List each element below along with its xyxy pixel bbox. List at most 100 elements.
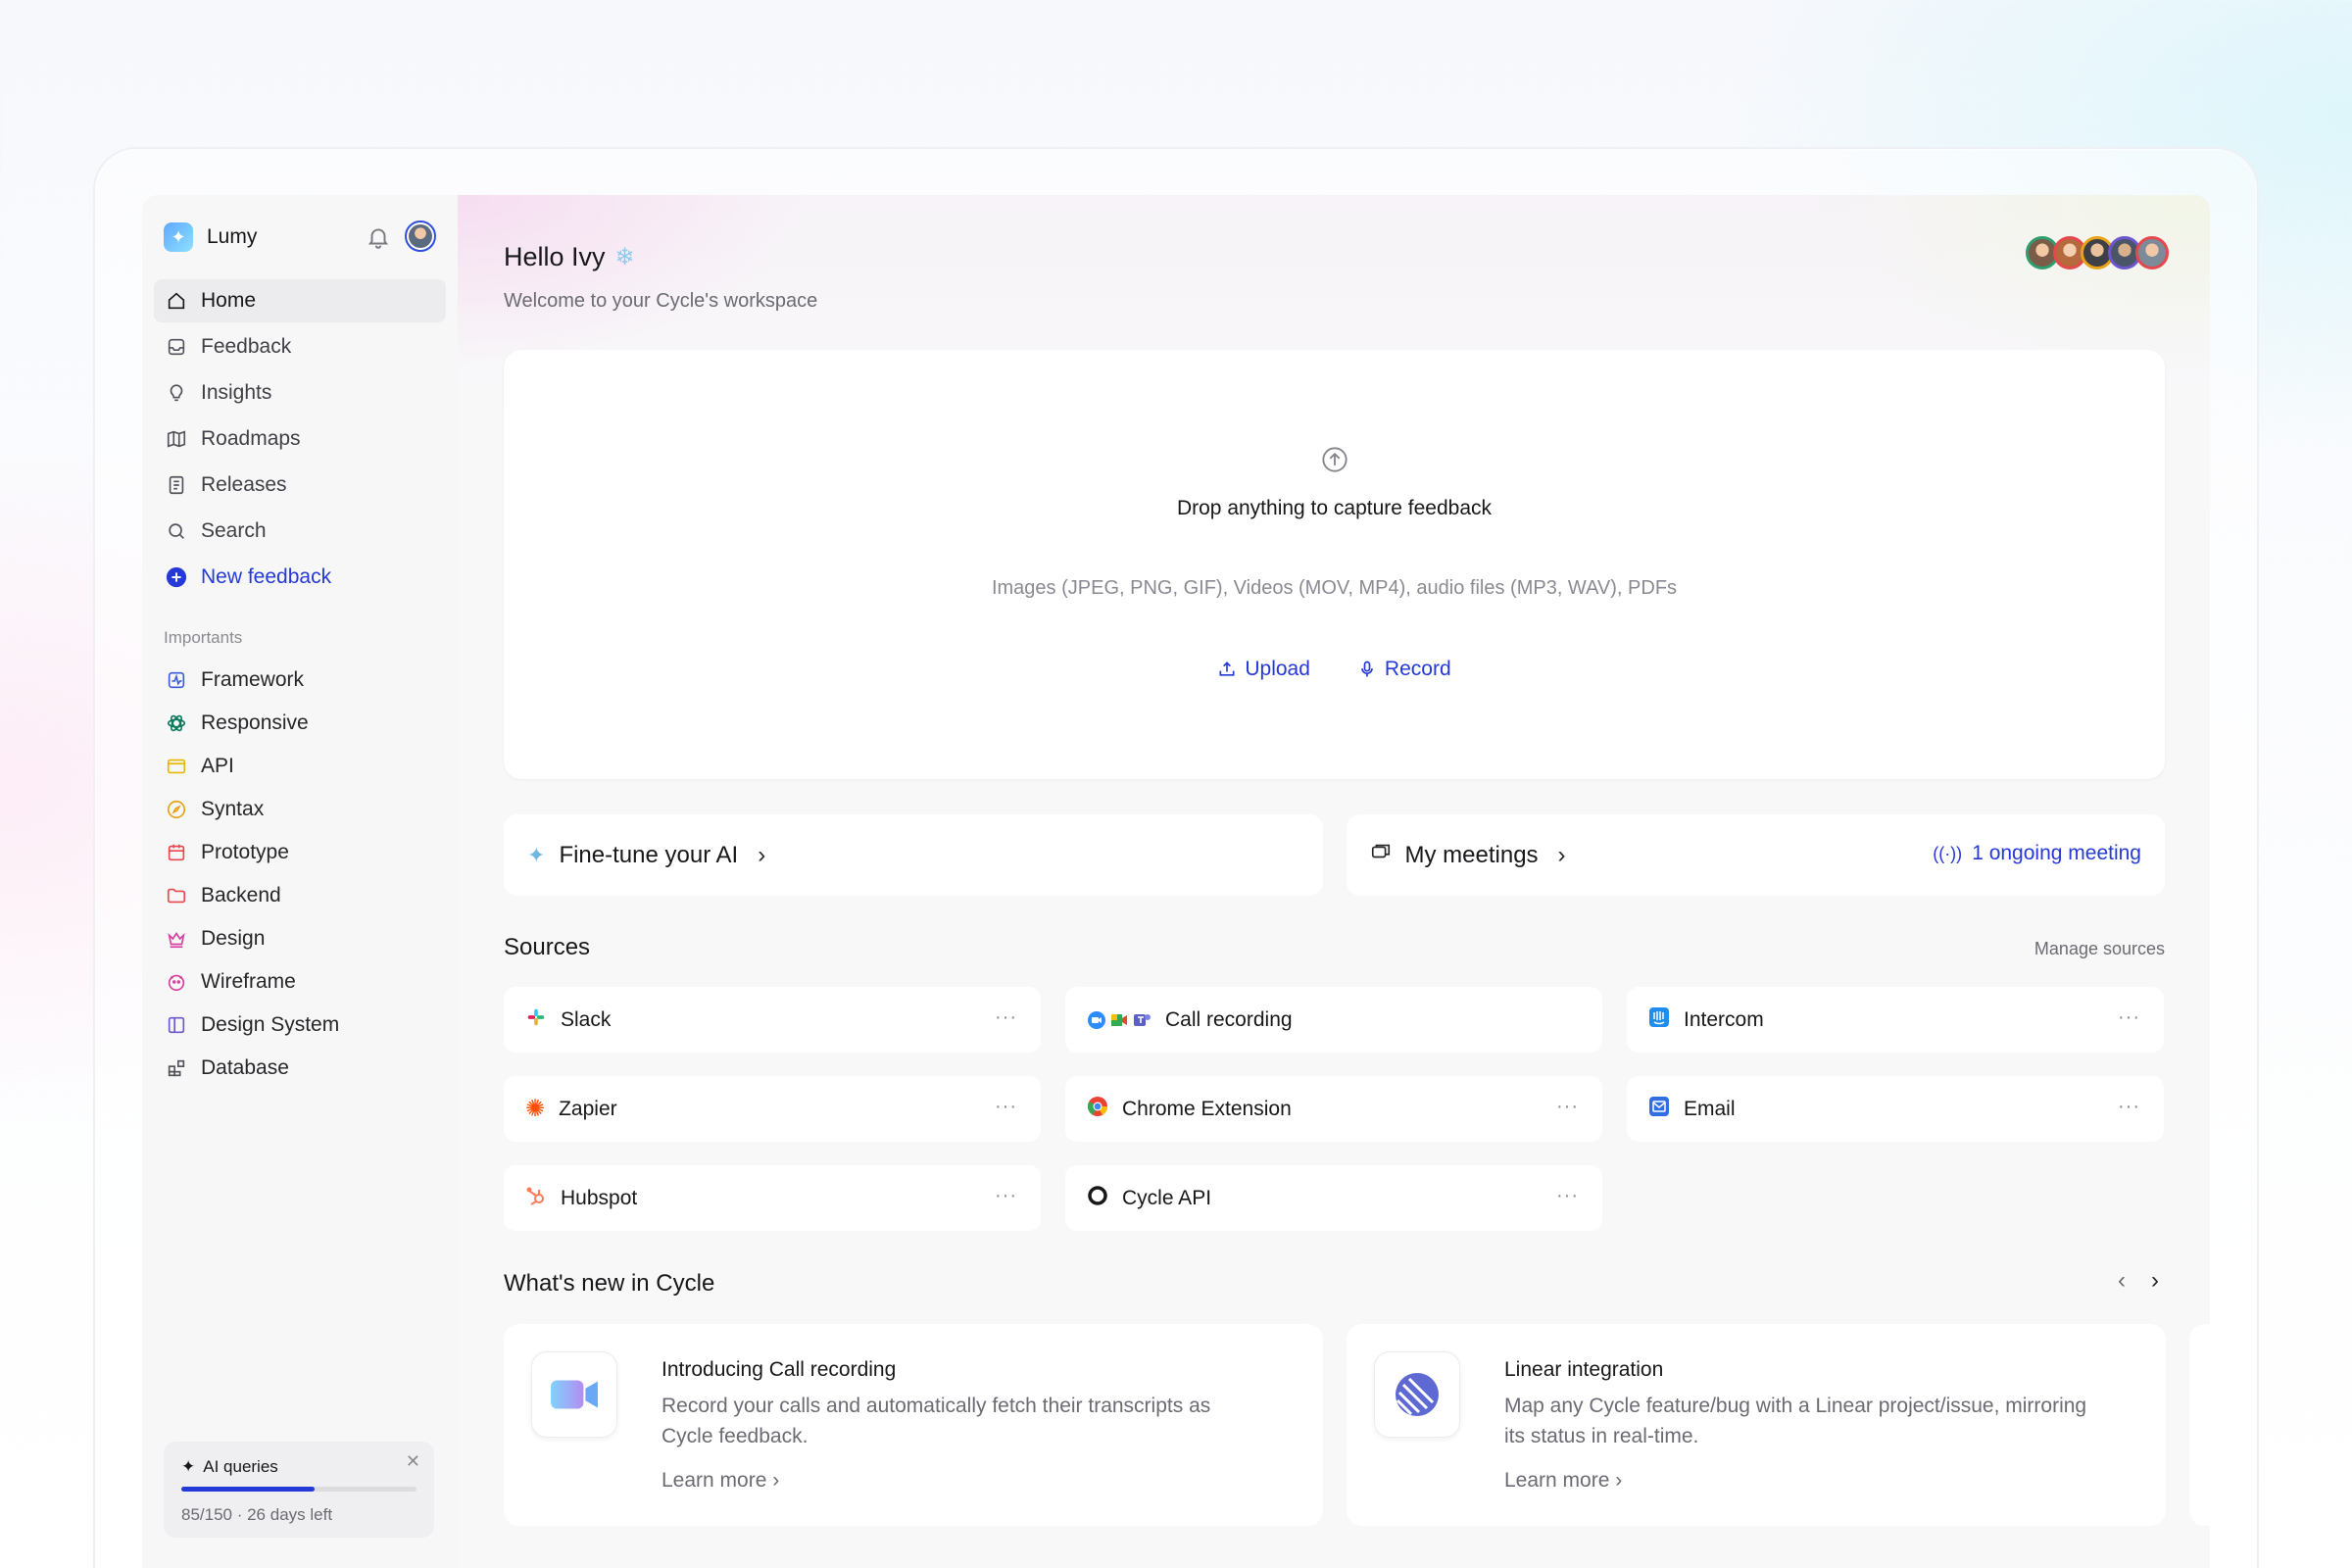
ai-queries-card: ✕ ✦ AI queries 85/150 · 26 days left xyxy=(164,1442,434,1538)
sidebar-item-responsive[interactable]: Responsive xyxy=(154,703,446,743)
news-card-description: Record your calls and automatically fetc… xyxy=(662,1395,1211,1447)
source-label: Hubspot xyxy=(561,1186,638,1209)
more-options-icon[interactable]: ··· xyxy=(2118,1006,2140,1029)
news-card-next-peek[interactable] xyxy=(2189,1324,2210,1526)
chevron-right-icon[interactable]: › xyxy=(2151,1267,2159,1295)
sidebar-item-design[interactable]: Design xyxy=(154,918,446,958)
sidebar-item-label: API xyxy=(201,754,234,777)
sidebar: ✦ Lumy Home Feedback Insights Roadmaps R… xyxy=(142,195,458,1568)
sidebar-item-home[interactable]: Home xyxy=(154,279,446,322)
source-cycle-api[interactable]: Cycle API ··· xyxy=(1065,1165,1602,1231)
whats-new-pager: ‹ › xyxy=(2118,1267,2159,1295)
source-slack[interactable]: Slack ··· xyxy=(504,987,1041,1053)
upload-button[interactable]: Upload xyxy=(1217,658,1310,681)
more-options-icon[interactable]: ··· xyxy=(1556,1096,1579,1118)
blocks-icon xyxy=(166,1057,187,1079)
page-title: Hello Ivy ❄ xyxy=(504,242,635,272)
sparkle-icon: ✦ xyxy=(527,842,546,867)
dropzone-formats: Images (JPEG, PNG, GIF), Videos (MOV, MP… xyxy=(991,577,1678,599)
sidebar-item-syntax[interactable]: Syntax xyxy=(154,789,446,829)
face-icon xyxy=(166,971,187,993)
sidebar-item-label: Insights xyxy=(201,381,272,404)
source-label: Call recording xyxy=(1165,1007,1293,1031)
sidebar-item-releases[interactable]: Releases xyxy=(154,464,446,507)
dropzone[interactable]: Drop anything to capture feedback Images… xyxy=(504,350,2165,779)
page-subtitle: Welcome to your Cycle's workspace xyxy=(504,290,818,312)
collaborator-avatars[interactable] xyxy=(2026,236,2169,270)
sidebar-item-framework[interactable]: Framework xyxy=(154,660,446,700)
linear-logo-icon xyxy=(1374,1351,1460,1438)
sidebar-item-label: Prototype xyxy=(201,840,289,863)
record-button[interactable]: Record xyxy=(1357,658,1451,681)
source-call-recording[interactable]: Call recording xyxy=(1065,987,1602,1053)
sidebar-item-search[interactable]: Search xyxy=(154,510,446,553)
chrome-icon xyxy=(1087,1096,1108,1123)
chevron-right-icon: › xyxy=(772,1469,780,1492)
learn-more-label: Learn more xyxy=(1504,1469,1610,1492)
sidebar-item-backend[interactable]: Backend xyxy=(154,875,446,915)
bell-icon[interactable] xyxy=(366,224,391,250)
more-options-icon[interactable]: ··· xyxy=(995,1096,1017,1118)
manage-sources-link[interactable]: Manage sources xyxy=(2034,939,2165,959)
workspace-switcher[interactable]: ✦ Lumy xyxy=(164,222,257,252)
source-label: Slack xyxy=(561,1007,612,1031)
sidebar-item-database[interactable]: Database xyxy=(154,1048,446,1088)
ai-queries-title: ✦ AI queries xyxy=(181,1457,416,1477)
sidebar-item-label: Framework xyxy=(201,667,305,691)
avatar xyxy=(2135,236,2169,270)
broadcast-icon: ((·)) xyxy=(1933,843,1963,863)
source-chrome-extension[interactable]: Chrome Extension ··· xyxy=(1065,1076,1602,1142)
more-options-icon[interactable]: ··· xyxy=(995,1185,1017,1207)
greeting-text: Hello Ivy xyxy=(504,242,606,271)
dropzone-title: Drop anything to capture feedback xyxy=(1176,497,1493,519)
close-icon[interactable]: ✕ xyxy=(406,1451,420,1472)
source-email[interactable]: Email ··· xyxy=(1627,1076,2164,1142)
more-options-icon[interactable]: ··· xyxy=(1556,1185,1579,1207)
source-intercom[interactable]: Intercom ··· xyxy=(1627,987,2164,1053)
sidebar-item-label: Backend xyxy=(201,883,281,906)
framework-icon xyxy=(166,669,187,691)
news-card-description: Map any Cycle feature/bug with a Linear … xyxy=(1504,1395,2087,1447)
sidebar-item-roadmaps[interactable]: Roadmaps xyxy=(154,417,446,461)
chevron-right-icon: › xyxy=(758,841,766,868)
main-content: Hello Ivy ❄ Welcome to your Cycle's work… xyxy=(458,195,2210,1568)
sidebar-item-design-system[interactable]: Design System xyxy=(154,1004,446,1045)
ongoing-meeting-label: 1 ongoing meeting xyxy=(1972,842,2141,864)
importants-section-label: Importants xyxy=(164,628,243,647)
fine-tune-label: Fine-tune your AI xyxy=(559,841,739,868)
app-window: ✦ Lumy Home Feedback Insights Roadmaps R… xyxy=(142,195,2210,1568)
workspace-name: Lumy xyxy=(207,225,258,248)
microphone-icon xyxy=(1361,661,1373,677)
source-label: Email xyxy=(1684,1097,1736,1120)
chevron-right-icon: › xyxy=(1557,841,1566,868)
chevron-left-icon[interactable]: ‹ xyxy=(2118,1267,2126,1295)
sidebar-item-wireframe[interactable]: Wireframe xyxy=(154,961,446,1002)
news-card-linear-integration[interactable]: Linear integration Map any Cycle feature… xyxy=(1347,1324,2166,1526)
sidebar-item-label: Feedback xyxy=(201,335,292,358)
fine-tune-ai-card[interactable]: ✦ Fine-tune your AI › xyxy=(504,814,1323,896)
user-avatar[interactable] xyxy=(405,220,436,252)
ongoing-meeting-link[interactable]: ((·)) 1 ongoing meeting xyxy=(1933,842,2141,865)
lightbulb-icon xyxy=(166,382,187,404)
sidebar-item-feedback[interactable]: Feedback xyxy=(154,325,446,368)
my-meetings-card[interactable]: My meetings › ((·)) 1 ongoing meeting xyxy=(1346,814,2165,896)
sidebar-item-prototype[interactable]: Prototype xyxy=(154,832,446,872)
source-label: Zapier xyxy=(559,1097,617,1120)
learn-more-link[interactable]: Learn more › xyxy=(662,1469,779,1493)
source-zapier[interactable]: ✺ Zapier ··· xyxy=(504,1076,1041,1142)
sidebar-item-insights[interactable]: Insights xyxy=(154,371,446,415)
sidebar-item-label: Roadmaps xyxy=(201,427,301,450)
news-card-call-recording[interactable]: Introducing Call recording Record your c… xyxy=(504,1324,1323,1526)
home-icon xyxy=(166,290,187,312)
new-feedback-button[interactable]: New feedback xyxy=(154,556,446,599)
ai-queries-progress-fill xyxy=(181,1487,315,1492)
sidebar-item-api[interactable]: API xyxy=(154,746,446,786)
learn-more-link[interactable]: Learn more › xyxy=(1504,1469,1622,1493)
source-label: Cycle API xyxy=(1122,1186,1212,1209)
zapier-icon: ✺ xyxy=(525,1095,546,1122)
video-camera-icon xyxy=(531,1351,617,1438)
more-options-icon[interactable]: ··· xyxy=(2118,1096,2140,1118)
more-options-icon[interactable]: ··· xyxy=(995,1006,1017,1029)
map-icon xyxy=(166,428,187,450)
source-hubspot[interactable]: Hubspot ··· xyxy=(504,1165,1041,1231)
